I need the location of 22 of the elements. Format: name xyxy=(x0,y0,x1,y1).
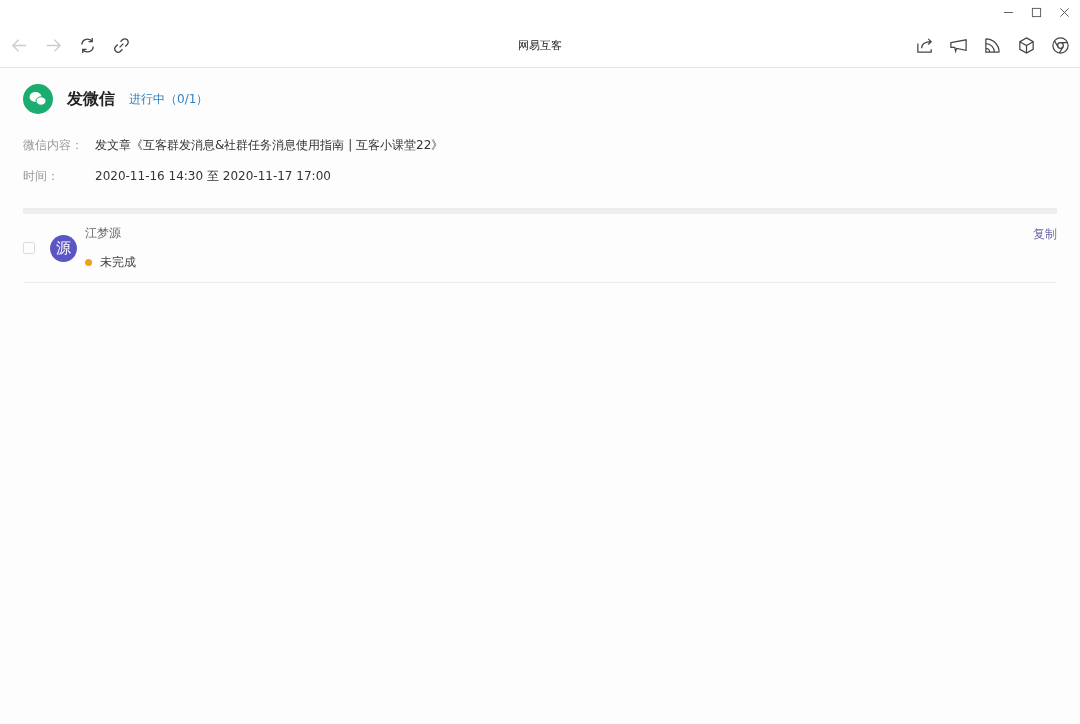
checkbox[interactable] xyxy=(23,242,35,254)
field-value: 发文章《互客群发消息&社群任务消息使用指南 | 互客小课堂22》 xyxy=(95,137,444,154)
share-icon[interactable] xyxy=(915,36,934,55)
rss-icon[interactable] xyxy=(983,36,1002,55)
close-icon[interactable] xyxy=(1059,6,1070,18)
megaphone-icon[interactable] xyxy=(949,36,968,55)
task-title: 发微信 xyxy=(67,88,115,110)
browser-icon[interactable] xyxy=(1051,36,1070,55)
field-label: 时间： xyxy=(23,168,60,185)
copy-link[interactable]: 复制 xyxy=(1033,226,1057,243)
link-icon[interactable] xyxy=(112,36,131,55)
field-label: 微信内容： xyxy=(23,137,84,154)
cube-icon[interactable] xyxy=(1017,36,1036,55)
field-value: 2020-11-16 14:30 至 2020-11-17 17:00 xyxy=(95,168,331,185)
window-title: 网易互客 xyxy=(518,38,562,53)
member-name: 江梦源 xyxy=(85,225,121,242)
member-status: 未完成 xyxy=(100,254,136,271)
task-status: 进行中（0/1） xyxy=(129,90,209,108)
chat-bubbles-icon xyxy=(23,84,53,114)
avatar: 源 xyxy=(50,234,77,262)
refresh-icon[interactable] xyxy=(78,36,97,55)
maximize-icon[interactable] xyxy=(1031,6,1042,18)
